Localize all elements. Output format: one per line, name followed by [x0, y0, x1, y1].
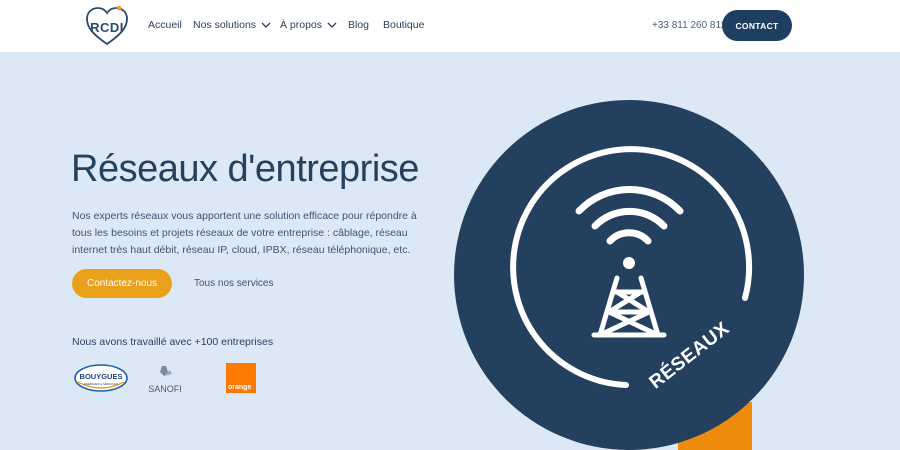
nav-boutique[interactable]: Boutique	[383, 19, 424, 31]
network-illustration: RÉSEAUX	[454, 100, 804, 450]
bouygues-logo-text: BOUYGUES	[80, 372, 123, 381]
page-title: Réseaux d'entreprise	[71, 148, 419, 190]
phone-link[interactable]: +33 811 260 812	[652, 20, 727, 31]
orange-logo-text: orange	[228, 384, 252, 391]
network-hero-illustration: RÉSEAUX	[448, 100, 808, 450]
orange-logo: orange	[226, 363, 256, 393]
bouygues-logo-subtitle: ÉNERGIES & SERVICES	[84, 381, 118, 386]
chevron-down-icon	[327, 22, 337, 28]
sanofi-logo: SANOFI	[144, 364, 186, 396]
nav-nos-solutions-label: Nos solutions	[193, 19, 257, 31]
nav-accueil-label: Accueil	[148, 19, 182, 31]
chevron-down-icon	[261, 22, 271, 28]
bouygues-logo: BOUYGUES ÉNERGIES & SERVICES	[74, 364, 128, 392]
nav-boutique-label: Boutique	[383, 19, 425, 31]
rcdi-logo[interactable]: RCDI	[84, 4, 130, 48]
contact-button[interactable]: CONTACT	[722, 10, 792, 41]
nav-blog-label: Blog	[348, 19, 370, 31]
nav-accueil[interactable]: Accueil	[148, 19, 182, 31]
tous-nos-services-link[interactable]: Tous nos services	[194, 278, 273, 289]
hero-description: Nos experts réseaux vous apportent une s…	[72, 210, 417, 256]
partners-label: Nous avons travaillé avec +100 entrepris…	[72, 336, 274, 348]
sanofi-logo-text: SANOFI	[148, 384, 182, 394]
logo-text: RCDI	[90, 20, 124, 35]
nav-nos-solutions[interactable]: Nos solutions	[193, 19, 271, 31]
contactez-nous-button[interactable]: Contactez-nous	[72, 269, 172, 298]
bouygues-logo-graphic: BOUYGUES ÉNERGIES & SERVICES	[74, 364, 128, 392]
nav-blog[interactable]: Blog	[348, 19, 369, 31]
nav-a-propos[interactable]: À propos	[280, 19, 337, 31]
top-navbar: RCDI Accueil Nos solutions À propos Blog…	[0, 0, 900, 52]
sanofi-logo-graphic: SANOFI	[148, 366, 182, 394]
nav-a-propos-label: À propos	[280, 19, 323, 31]
